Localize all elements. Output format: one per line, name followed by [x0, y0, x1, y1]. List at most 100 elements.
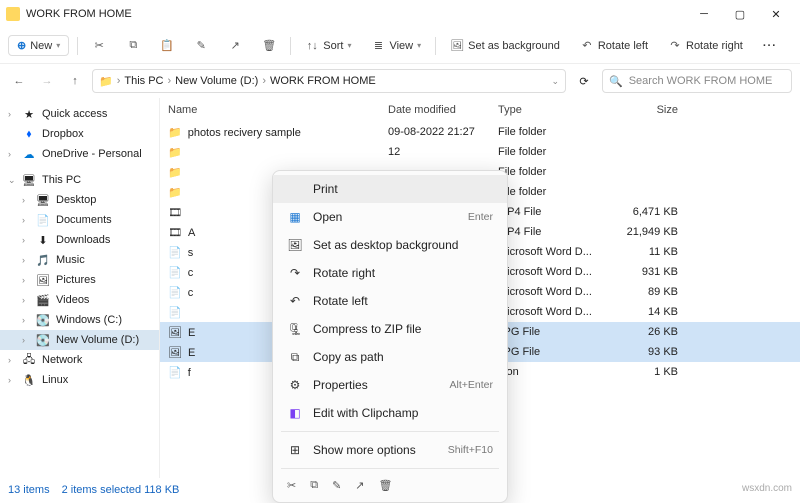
sidebar-label: Desktop: [56, 194, 96, 206]
copy-button[interactable]: ⧉: [120, 35, 146, 57]
cell-size: 11 KB: [608, 246, 678, 258]
copy-icon[interactable]: ⧉: [310, 479, 318, 492]
col-type[interactable]: Type: [498, 104, 608, 116]
search-icon: 🔍: [609, 75, 623, 88]
more-button[interactable]: ···: [757, 36, 783, 56]
table-row[interactable]: 📁12File folder: [160, 142, 800, 162]
delete-icon[interactable]: 🗑: [379, 479, 393, 492]
ctx-copy-path[interactable]: ⧉Copy as path: [273, 343, 507, 371]
separator: [281, 431, 499, 432]
search-input[interactable]: 🔍 Search WORK FROM HOME: [602, 69, 792, 93]
address-row: ← → ↑ 📁 › This PC › New Volume (D:) › WO…: [0, 64, 800, 98]
sidebar-item-videos[interactable]: ›🎬Videos: [0, 290, 159, 310]
clipchamp-icon: ◧: [287, 405, 303, 421]
cell-type: File folder: [498, 186, 608, 198]
col-date[interactable]: Date modified: [388, 104, 498, 116]
background-icon: 🖼: [287, 237, 303, 253]
sidebar-label: Documents: [56, 214, 112, 226]
properties-icon: ⚙: [287, 377, 303, 393]
cut-icon[interactable]: ✂: [287, 479, 296, 492]
sidebar-item-dropbox[interactable]: ⬧Dropbox: [0, 124, 159, 144]
sidebar-label: Downloads: [56, 234, 110, 246]
sidebar-item-music[interactable]: ›🎵Music: [0, 250, 159, 270]
ctx-set-background[interactable]: 🖼Set as desktop background: [273, 231, 507, 259]
rotate-left-label: Rotate left: [598, 40, 648, 52]
sidebar-item-documents[interactable]: ›📄Documents: [0, 210, 159, 230]
ctx-properties[interactable]: ⚙PropertiesAlt+Enter: [273, 371, 507, 399]
sort-button[interactable]: ↑↓Sort▾: [299, 35, 357, 57]
refresh-button[interactable]: ⟳: [572, 69, 596, 93]
paste-button[interactable]: 📋: [154, 35, 180, 57]
star-icon: ★: [22, 107, 36, 121]
sidebar-item-linux[interactable]: ›🐧Linux: [0, 370, 159, 390]
file-icon: 🖼: [168, 327, 182, 339]
cell-type: JPG File: [498, 326, 608, 338]
crumb-folder[interactable]: WORK FROM HOME: [270, 75, 376, 87]
chevron-down-icon: ▾: [56, 41, 60, 50]
rotate-right-button[interactable]: ↷Rotate right: [662, 35, 749, 57]
cell-size: 93 KB: [608, 346, 678, 358]
chevron-down-icon[interactable]: ⌄: [551, 76, 559, 87]
sidebar-item-pictures[interactable]: ›🖼Pictures: [0, 270, 159, 290]
minimize-button[interactable]: ─: [686, 0, 722, 28]
ctx-open[interactable]: ▦OpenEnter: [273, 203, 507, 231]
share-button[interactable]: ↗: [222, 35, 248, 57]
context-menu: Print ▦OpenEnter 🖼Set as desktop backgro…: [272, 170, 508, 503]
ctx-clipchamp[interactable]: ◧Edit with Clipchamp: [273, 399, 507, 427]
ctx-quick-actions: ✂ ⧉ ✎ ↗ 🗑: [273, 473, 507, 498]
cell-name: 📁: [168, 146, 388, 159]
downloads-icon: ⬇: [36, 233, 50, 247]
cell-type: File folder: [498, 126, 608, 138]
back-button[interactable]: ←: [8, 70, 30, 92]
ctx-rotate-right[interactable]: ↷Rotate right: [273, 259, 507, 287]
zip-icon: 🗜: [287, 321, 303, 337]
delete-button[interactable]: 🗑: [256, 35, 282, 57]
sidebar-label: Windows (C:): [56, 314, 122, 326]
ctx-label: Rotate left: [313, 294, 368, 308]
ctx-compress[interactable]: 🗜Compress to ZIP file: [273, 315, 507, 343]
sidebar-item-network[interactable]: ›🖧Network: [0, 350, 159, 370]
ctx-print[interactable]: Print: [273, 175, 507, 203]
close-button[interactable]: ✕: [758, 0, 794, 28]
crumb-this-pc[interactable]: This PC: [124, 75, 163, 87]
forward-button[interactable]: →: [36, 70, 58, 92]
rename-button[interactable]: ✎: [188, 35, 214, 57]
file-icon: 📄: [168, 307, 182, 319]
set-background-button[interactable]: 🖼Set as background: [444, 35, 566, 57]
titlebar: WORK FROM HOME ─ ▢ ✕: [0, 0, 800, 28]
watermark: wsxdn.com: [742, 483, 792, 494]
cell-type: Microsoft Word D...: [498, 286, 608, 298]
cut-button[interactable]: ✂: [86, 35, 112, 57]
sidebar-item-desktop[interactable]: ›🖥Desktop: [0, 190, 159, 210]
rotate-left-button[interactable]: ↶Rotate left: [574, 35, 654, 57]
ctx-hint: Shift+F10: [448, 444, 493, 456]
col-name[interactable]: Name: [168, 104, 388, 116]
sidebar-item-onedrive[interactable]: ›☁OneDrive - Personal: [0, 144, 159, 164]
sidebar-item-windows-c[interactable]: ›💽Windows (C:): [0, 310, 159, 330]
view-button[interactable]: ≣View▾: [365, 35, 427, 57]
sidebar-item-downloads[interactable]: ›⬇Downloads: [0, 230, 159, 250]
table-row[interactable]: 📁photos recivery sample09-08-2022 21:27F…: [160, 122, 800, 142]
ctx-show-more[interactable]: ⊞Show more optionsShift+F10: [273, 436, 507, 464]
ctx-label: Properties: [313, 378, 368, 392]
new-button[interactable]: ⊕ New ▾: [8, 35, 69, 56]
separator: [281, 468, 499, 469]
rename-icon: ✎: [194, 39, 208, 53]
up-button[interactable]: ↑: [64, 70, 86, 92]
sidebar-label: Quick access: [42, 108, 107, 120]
rename-icon[interactable]: ✎: [332, 479, 341, 492]
share-icon[interactable]: ↗: [355, 479, 364, 492]
cell-date: 09-08-2022 21:27: [388, 126, 498, 138]
sidebar-item-quick-access[interactable]: ›★Quick access: [0, 104, 159, 124]
sidebar-item-new-volume-d[interactable]: ›💽New Volume (D:): [0, 330, 159, 350]
ctx-label: Rotate right: [313, 266, 375, 280]
col-size[interactable]: Size: [608, 104, 678, 116]
sidebar-label: Network: [42, 354, 82, 366]
folder-icon: 📁: [99, 75, 113, 88]
sidebar-item-this-pc[interactable]: ⌄🖥This PC: [0, 170, 159, 190]
drive-icon: 💽: [36, 333, 50, 347]
ctx-rotate-left[interactable]: ↶Rotate left: [273, 287, 507, 315]
address-bar[interactable]: 📁 › This PC › New Volume (D:) › WORK FRO…: [92, 69, 566, 93]
maximize-button[interactable]: ▢: [722, 0, 758, 28]
crumb-volume[interactable]: New Volume (D:): [175, 75, 258, 87]
